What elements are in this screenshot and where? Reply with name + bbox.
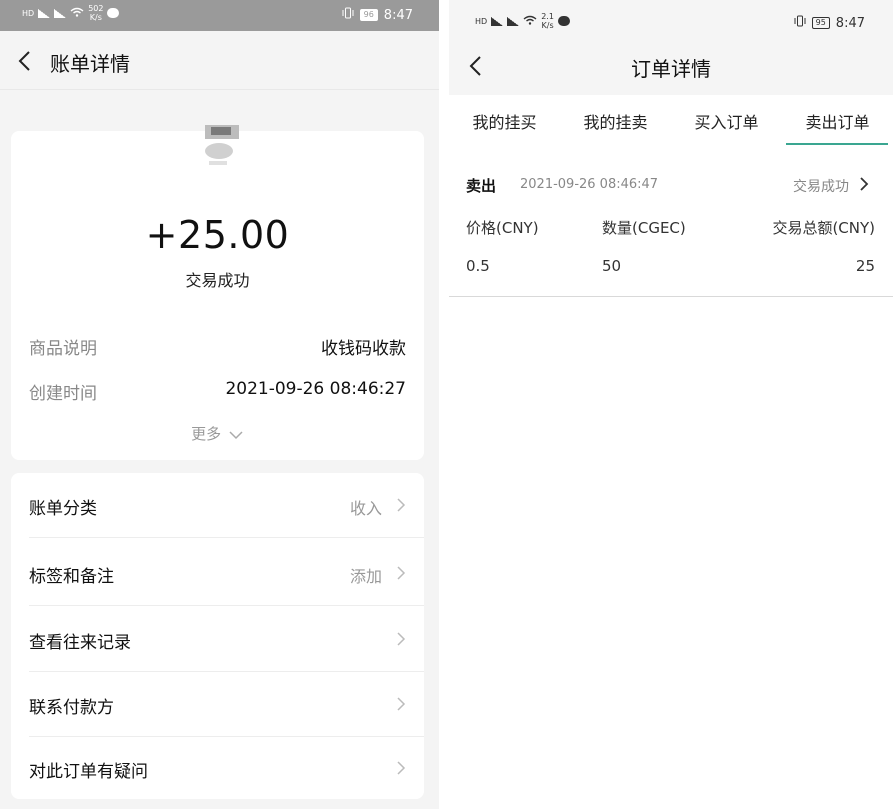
signal-icon-2	[54, 8, 67, 18]
menu-item-category[interactable]: 账单分类 收入	[11, 473, 424, 538]
status-right: 96 8:47	[342, 7, 413, 23]
menu-item-history[interactable]: 查看往来记录	[11, 607, 424, 672]
signal-icon	[38, 8, 51, 18]
quantity-value: 50	[602, 257, 622, 275]
message-icon	[107, 8, 120, 18]
bill-status: 交易成功	[185, 271, 250, 290]
more-button[interactable]: 更多	[11, 423, 424, 444]
net-speed-unit: K/s	[541, 21, 554, 30]
net-speed: 2.1 K/s	[541, 12, 554, 30]
bill-amount: +25.00	[145, 213, 290, 257]
status-left: HD 2.1 K/s	[475, 12, 570, 30]
bill-actions-card: 账单分类 收入 标签和备注 添加 查看往来记录 联系付款方 对此订单有疑问	[11, 473, 424, 799]
bill-summary-card: +25.00 交易成功 商品说明 收钱码收款 创建时间 2021-09-26 0…	[11, 125, 424, 460]
tab-buy-orders[interactable]: 买入订单	[671, 109, 782, 133]
message-icon	[557, 16, 570, 26]
menu-item-label: 账单分类	[29, 499, 97, 519]
menu-item-value: 收入	[349, 499, 382, 518]
order-item[interactable]: 卖出 2021-09-26 08:46:47 交易成功 价格(CNY) 数量(C…	[449, 148, 893, 297]
chevron-right-icon	[396, 631, 406, 647]
net-speed-value: 2.1	[541, 12, 554, 21]
order-time: 2021-09-26 08:46:47	[520, 177, 659, 192]
order-tabs: 我的挂买 我的挂卖 买入订单 卖出订单	[449, 95, 893, 147]
chevron-down-icon	[226, 425, 244, 443]
chevron-right-icon	[396, 497, 406, 513]
screenshot-root: HD 502 K/s 96 8:47 账单详情 +25.00 交易成功 商品说明…	[0, 0, 893, 809]
price-header: 价格(CNY)	[466, 219, 539, 237]
nav-bar: 账单详情	[0, 31, 439, 90]
signal-icon-2	[507, 16, 520, 26]
menu-item-value: 添加	[349, 567, 382, 586]
hd-icon: HD	[22, 8, 35, 18]
chevron-right-icon	[396, 565, 406, 581]
vibrate-icon	[794, 15, 806, 31]
total-header: 交易总额(CNY)	[772, 219, 875, 237]
order-type: 卖出	[466, 177, 497, 195]
menu-item-contact-payer[interactable]: 联系付款方	[11, 672, 424, 737]
status-right: 95 8:47	[794, 15, 865, 31]
avatar	[197, 121, 241, 185]
chevron-right-icon	[396, 696, 406, 712]
menu-item-label: 查看往来记录	[29, 633, 131, 653]
active-tab-indicator	[786, 143, 888, 145]
net-speed-unit: K/s	[89, 13, 102, 22]
detail-value: 2021-09-26 08:46:27	[225, 379, 406, 399]
order-detail-screen: HD 2.1 K/s 95 8:47 订单详情 我的挂买 我的挂卖 买入订单 卖…	[449, 0, 893, 809]
menu-item-label: 标签和备注	[29, 567, 114, 587]
divider	[29, 537, 424, 538]
net-speed: 502 K/s	[88, 4, 103, 22]
clock: 8:47	[835, 15, 865, 31]
clock: 8:47	[383, 7, 413, 23]
tab-sell-orders[interactable]: 卖出订单	[782, 109, 893, 133]
back-arrow-icon[interactable]	[14, 49, 36, 73]
chevron-right-icon	[859, 176, 869, 192]
more-label: 更多	[191, 425, 222, 443]
menu-item-question[interactable]: 对此订单有疑问	[11, 736, 424, 801]
status-left: HD 502 K/s	[22, 4, 120, 22]
status-bar: HD 2.1 K/s 95 8:47	[449, 0, 893, 45]
bill-detail-screen: HD 502 K/s 96 8:47 账单详情 +25.00 交易成功 商品说明…	[0, 0, 439, 809]
tab-my-buy-listings[interactable]: 我的挂买	[449, 109, 560, 133]
wifi-icon	[523, 15, 537, 27]
net-speed-value: 502	[88, 4, 104, 13]
signal-icon	[491, 16, 504, 26]
nav-bar: 订单详情	[449, 45, 893, 95]
detail-key: 商品说明	[29, 339, 97, 359]
menu-item-label: 对此订单有疑问	[29, 762, 148, 782]
menu-item-tags-notes[interactable]: 标签和备注 添加	[11, 541, 424, 606]
tab-my-sell-listings[interactable]: 我的挂卖	[560, 109, 671, 133]
detail-key: 创建时间	[29, 384, 97, 404]
battery-icon: 95	[811, 17, 830, 29]
chevron-right-icon	[396, 760, 406, 776]
vibrate-icon	[342, 7, 354, 23]
price-value: 0.5	[466, 257, 490, 275]
hd-icon: HD	[475, 16, 488, 26]
detail-row-created-time: 创建时间 2021-09-26 08:46:27	[29, 379, 406, 404]
detail-value: 收钱码收款	[321, 339, 406, 359]
detail-row-description: 商品说明 收钱码收款	[29, 334, 406, 359]
wifi-icon	[70, 7, 84, 19]
battery-icon: 96	[359, 9, 378, 21]
page-title: 订单详情	[631, 57, 711, 81]
menu-item-label: 联系付款方	[29, 698, 114, 718]
divider	[29, 605, 424, 606]
total-value: 25	[855, 257, 875, 275]
order-status: 交易成功	[793, 179, 849, 195]
page-title: 账单详情	[50, 52, 130, 76]
status-bar: HD 502 K/s 96 8:47	[0, 0, 439, 31]
quantity-header: 数量(CGEC)	[602, 219, 686, 237]
